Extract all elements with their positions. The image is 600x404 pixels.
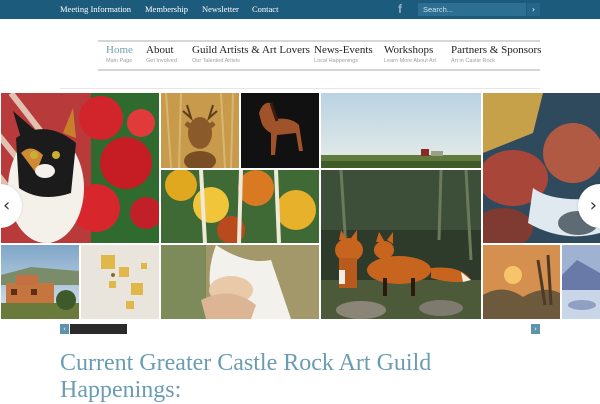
pager-track[interactable] [70,324,127,334]
artwork-deer[interactable] [161,93,239,168]
nav-item-label: News-Events [314,44,373,56]
top-link-contact[interactable]: Contact [252,4,278,14]
nav-item-about[interactable]: About Get Involved [146,44,177,65]
artwork-gold-squares[interactable] [81,245,159,319]
top-link-membership[interactable]: Membership [145,4,188,14]
nav-item-workshops[interactable]: Workshops Learn More About Art [384,44,436,65]
artwork-woman-in-white[interactable] [161,245,319,319]
nav-item-label: Partners & Sponsors [451,44,542,56]
nav-item-partners-sponsors[interactable]: Partners & Sponsors Art in Castle Rock [451,44,541,65]
artwork-prairie-barn[interactable] [321,93,481,168]
artwork-sunset-trees[interactable] [483,245,560,319]
nav-item-label: About [146,44,174,56]
top-bar: Meeting Information Membership Newslette… [0,0,600,19]
search-input[interactable] [418,3,526,16]
nav-item-subtitle: Our Talented Artists [192,58,240,64]
nav-item-subtitle: Get Involved [146,58,177,64]
artwork-mountain-lake[interactable] [562,245,600,319]
nav-item-subtitle: Local Happenings [314,58,359,64]
facebook-icon[interactable]: f [395,3,405,16]
artwork-gallery [0,93,600,319]
search-submit-button[interactable]: › [527,3,540,16]
nav-item-label: Home [106,44,133,56]
nav-item-home[interactable]: Home Main Page [106,44,133,65]
nav-item-subtitle: Main Page [106,58,133,64]
pager-next-button[interactable]: › [531,324,540,334]
artwork-foal[interactable] [241,93,319,168]
artwork-rocky-stream[interactable] [483,93,600,243]
nav-item-label: Workshops [384,44,434,56]
top-link-newsletter[interactable]: Newsletter [202,4,239,14]
top-link-meeting-information[interactable]: Meeting Information [60,4,131,14]
page-heading: Current Greater Castle Rock Art Guild Ha… [60,350,432,403]
nav-item-news-events[interactable]: News-Events Local Happenings [314,44,373,65]
divider [60,88,540,89]
pager-prev-button[interactable]: ‹ [60,324,69,334]
artwork-pueblo[interactable] [1,245,79,319]
artwork-foxes[interactable] [321,170,481,319]
nav-item-guild-artists[interactable]: Guild Artists & Art Lovers Our Talented … [192,44,310,65]
nav-item-label: Guild Artists & Art Lovers [192,44,310,56]
main-nav: Home Main Page About Get Involved Guild … [98,40,541,71]
nav-item-subtitle: Learn More About Art [384,58,436,64]
nav-item-subtitle: Art in Castle Rock [451,58,496,64]
artwork-autumn-aspens[interactable] [161,170,319,243]
artwork-calico-cat-geraniums[interactable] [1,93,159,243]
